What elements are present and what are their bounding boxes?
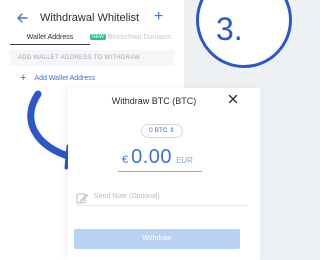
swap-icon: ⇕	[169, 127, 175, 134]
send-note-field[interactable]: Send Note (Optional)	[76, 188, 248, 206]
step-number: 3.	[216, 11, 243, 47]
new-badge: NEW	[90, 34, 106, 40]
section-header: ADD WALLET ADDRESS TO WITHDRAW	[10, 50, 174, 66]
whitelist-tabs: Wallet Address NEW Blockchain Domains	[10, 31, 174, 45]
edit-note-icon	[76, 191, 89, 203]
fiat-unit: EUR	[176, 156, 193, 165]
add-wallet-address-button[interactable]: + Add Wallet Address	[20, 72, 95, 84]
back-arrow-icon[interactable]	[15, 11, 29, 25]
whitelist-title: Withdrawal Whitelist	[40, 12, 140, 24]
withdraw-title: Withdraw BTC (BTC)	[111, 96, 197, 106]
plus-icon: +	[20, 71, 27, 84]
tab-blockchain-domains[interactable]: NEW Blockchain Domains	[90, 31, 174, 45]
tab-blockchain-domains-label: Blockchain Domains	[107, 34, 172, 41]
amount-underline	[118, 171, 202, 172]
fiat-amount-value: 0.00	[131, 146, 173, 168]
withdraw-btc-panel: Withdraw BTC (BTC) 0 BTC ⇕ € 0.00 EUR Se…	[68, 88, 260, 260]
add-plus-icon[interactable]: +	[154, 9, 163, 25]
crypto-amount-label: 0 BTC	[149, 127, 168, 134]
close-icon[interactable]	[228, 94, 238, 107]
withdraw-button[interactable]: Withdraw	[74, 229, 240, 249]
send-note-placeholder: Send Note (Optional)	[94, 193, 160, 200]
crypto-amount-toggle[interactable]: 0 BTC ⇕	[141, 124, 183, 138]
step-circle	[196, 0, 292, 68]
tab-wallet-address[interactable]: Wallet Address	[10, 31, 90, 45]
fiat-amount-input[interactable]: € 0.00 EUR	[122, 146, 193, 168]
add-wallet-address-label: Add Wallet Address	[34, 74, 96, 82]
currency-symbol: €	[122, 154, 129, 166]
